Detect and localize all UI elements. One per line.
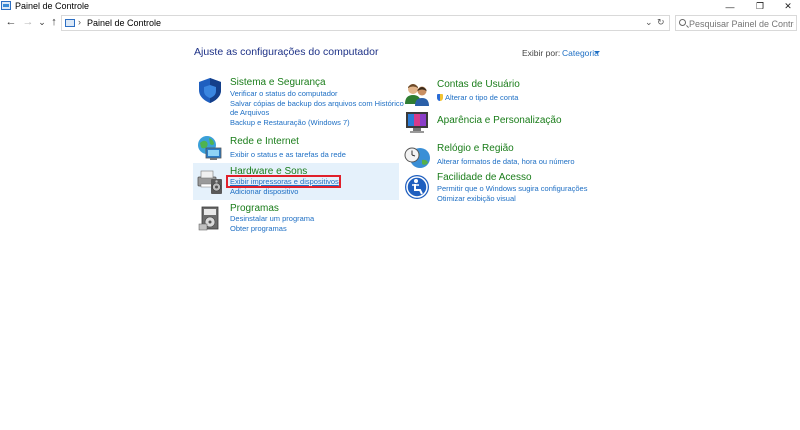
address-dropdown-icon[interactable]: ⌄ [645,17,653,28]
search-icon [679,19,686,26]
link-let-windows-suggest-settings[interactable]: Permitir que o Windows sugira configuraç… [437,184,587,193]
link-network-status-tasks[interactable]: Exibir o status e as tarefas da rede [230,150,346,159]
link-change-date-time-formats[interactable]: Alterar formatos de data, hora ou número [437,157,575,166]
uac-shield-icon [437,94,443,101]
category-title-network-internet[interactable]: Rede e Internet [230,136,299,147]
close-button[interactable]: ✕ [776,0,800,13]
link-get-programs[interactable]: Obter programas [230,224,287,233]
window-title: Painel de Controle [15,1,90,11]
category-title-ease-of-access[interactable]: Facilidade de Acesso [437,172,532,183]
category-title-system-security[interactable]: Sistema e Segurança [230,77,326,88]
network-globe-icon[interactable] [196,134,224,162]
control-panel-icon [1,1,11,10]
page-heading: Ajuste as configurações do computador [194,46,379,58]
monitor-palette-icon[interactable] [403,108,431,136]
link-backup-restore[interactable]: Backup e Restauração (Windows 7) [230,118,350,127]
maximize-button[interactable]: ❐ [748,0,772,13]
link-uninstall-program[interactable]: Desinstalar um programa [230,214,314,223]
category-title-user-accounts[interactable]: Contas de Usuário [437,79,520,90]
forward-arrow-icon[interactable]: → [21,15,35,29]
shield-icon[interactable] [196,76,224,104]
control-panel-icon [65,19,75,27]
link-optimize-visual-display[interactable]: Otimizar exibição visual [437,194,516,203]
title-bar: Painel de Controle — ❐ ✕ [0,0,800,13]
search-input[interactable] [689,18,794,29]
category-title-programs[interactable]: Programas [230,203,279,214]
printer-speaker-icon[interactable] [196,167,224,195]
search-box[interactable] [675,15,797,31]
address-bar[interactable]: › Painel de Controle ⌄ ↻ [61,15,670,31]
breadcrumb-control-panel[interactable]: Painel de Controle [87,18,161,28]
programs-icon[interactable] [196,204,224,232]
link-change-account-type-label: Alterar o tipo de conta [445,93,519,102]
link-check-computer-status[interactable]: Verificar o status do computador [230,89,338,98]
category-title-appearance-personalization[interactable]: Aparência e Personalização [437,115,562,126]
back-arrow-icon[interactable]: ← [4,15,18,29]
link-change-account-type[interactable]: Alterar o tipo de conta [437,93,518,102]
link-add-device[interactable]: Adicionar dispositivo [230,187,298,196]
up-arrow-icon[interactable]: ↑ [47,15,61,29]
refresh-icon[interactable]: ↻ [657,17,665,28]
category-title-clock-region[interactable]: Relógio e Região [437,143,514,154]
minimize-button[interactable]: — [718,0,742,13]
navigation-bar: ← → ⌄ ↑ › Painel de Controle ⌄ ↻ [0,13,800,33]
link-save-backup-file-history-cont[interactable]: de Arquivos [230,108,269,117]
users-icon[interactable] [403,80,431,108]
link-save-backup-file-history[interactable]: Salvar cópias de backup dos arquivos com… [230,99,404,108]
accessibility-icon[interactable] [403,173,431,201]
view-by-label: Exibir por: [522,48,561,58]
chevron-down-icon[interactable] [594,51,600,54]
clock-globe-icon[interactable] [403,143,431,171]
breadcrumb-separator-icon: › [78,17,81,27]
